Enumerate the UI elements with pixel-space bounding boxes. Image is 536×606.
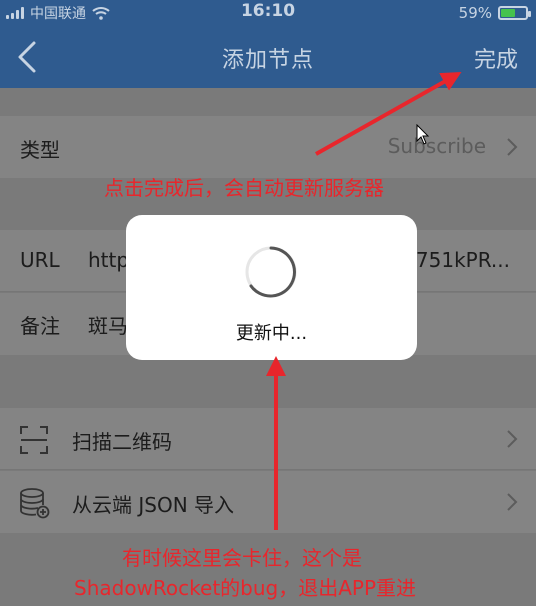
type-row[interactable]: 类型 Subscribe [0,116,536,178]
url-value-end[interactable]: 751kPR... [416,248,510,272]
annotation-top: 点击完成后，会自动更新服务器 [104,176,384,200]
chevron-right-icon [507,493,518,511]
loading-text: 更新中... [235,323,308,344]
nav-bar: 添加节点 完成 [0,26,536,88]
url-value-start[interactable]: http [88,248,129,272]
page-title: 添加节点 [221,48,314,73]
chevron-right-icon [507,430,518,448]
battery-icon [498,6,531,20]
import-json-row[interactable]: 从云端 JSON 导入 [0,471,536,533]
type-value: Subscribe [387,134,486,158]
loading-dialog: 更新中... [126,215,417,360]
status-time: 16:10 [240,1,296,21]
done-button[interactable]: 完成 [474,42,518,74]
battery-percent: 59% [458,4,492,22]
battery-fill [501,9,516,17]
status-bar: 中国联通 16:10 59% [0,0,536,26]
scan-qr-label: 扫描二维码 [72,430,172,454]
qr-scan-icon [20,426,48,454]
annotation-bottom-2: ShadowRocket的bug，退出APP重进 [74,576,417,600]
import-json-label: 从云端 JSON 导入 [72,493,235,517]
spinner-icon [245,246,297,298]
url-label: URL [20,248,60,272]
cursor-icon [416,124,430,145]
type-label: 类型 [20,138,60,162]
database-icon [20,488,50,519]
scan-qr-row[interactable]: 扫描二维码 [0,408,536,470]
chevron-right-icon [507,138,518,156]
remark-label: 备注 [20,314,60,338]
remark-value[interactable]: 斑马 [88,310,128,339]
annotation-bottom-1: 有时候这里会卡住，这个是 [122,546,362,570]
status-right: 59% [458,3,531,23]
